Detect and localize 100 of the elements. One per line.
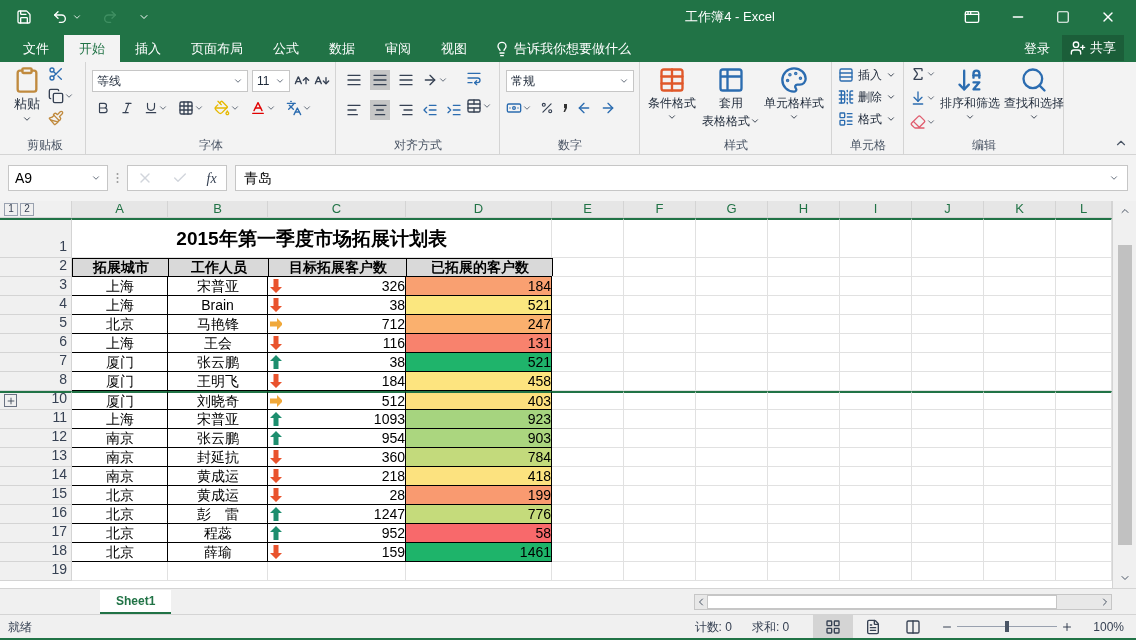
row-header[interactable]: 3 <box>0 277 72 296</box>
row-header[interactable]: 10 <box>0 391 72 410</box>
percent-icon[interactable] <box>540 101 554 115</box>
font-field[interactable]: 等线 <box>92 70 248 92</box>
row-header[interactable]: 15 <box>0 486 72 505</box>
row-header[interactable]: 1 <box>0 218 72 258</box>
clear-icon[interactable] <box>910 114 926 130</box>
row-header[interactable]: 19 <box>0 562 72 581</box>
column-header[interactable]: G <box>696 201 768 218</box>
top-align-icon[interactable] <box>346 72 362 88</box>
row-header[interactable]: 17 <box>0 524 72 543</box>
row-number[interactable]: 6 <box>59 331 67 352</box>
row-number[interactable]: 17 <box>51 521 67 542</box>
undo-icon[interactable] <box>52 9 68 25</box>
row-header[interactable]: 7 <box>0 353 72 372</box>
row-number[interactable]: 19 <box>51 559 67 580</box>
borders-icon[interactable] <box>178 100 194 116</box>
increase-indent-icon[interactable] <box>446 102 462 118</box>
align-center-button[interactable] <box>370 100 390 120</box>
ribbon-tab[interactable]: 公式 <box>258 35 314 62</box>
row-number[interactable]: 2 <box>59 255 67 276</box>
maximize-icon[interactable] <box>1056 10 1070 24</box>
row-number[interactable]: 18 <box>51 540 67 561</box>
align-right-icon[interactable] <box>398 102 414 118</box>
format-painter-icon[interactable] <box>48 110 64 126</box>
align-left-icon[interactable] <box>346 102 362 118</box>
row-number[interactable]: 10 <box>51 388 67 409</box>
bottom-align-icon[interactable] <box>398 72 414 88</box>
cells-menu-button[interactable]: 插入 <box>838 66 896 84</box>
formula-field[interactable]: 青岛 <box>235 165 1128 191</box>
sign-in-button[interactable]: 登录 <box>1012 35 1062 62</box>
copy-icon[interactable] <box>48 88 64 104</box>
column-header[interactable]: D <box>406 201 552 218</box>
zoom-slider-track[interactable] <box>957 621 1058 632</box>
autosum-icon[interactable] <box>910 66 926 82</box>
bold-icon[interactable] <box>96 101 110 115</box>
conditional-format-button[interactable]: 条件格式 <box>646 66 698 122</box>
row-number[interactable]: 7 <box>59 350 67 371</box>
cells-menu-button[interactable]: 删除 <box>838 88 896 106</box>
vertical-scrollbar[interactable] <box>1112 201 1136 588</box>
column-header[interactable]: E <box>552 201 624 218</box>
ribbon-tab[interactable]: 文件 <box>8 35 64 62</box>
middle-align-button[interactable] <box>370 70 390 90</box>
row-number[interactable]: 15 <box>51 483 67 504</box>
row-header[interactable]: 13 <box>0 448 72 467</box>
font-size-field[interactable]: 11 <box>252 70 290 92</box>
decrease-decimal-icon[interactable] <box>600 100 616 116</box>
expand-group-button[interactable] <box>4 394 17 407</box>
fill-icon[interactable] <box>910 90 926 106</box>
column-header[interactable]: F <box>624 201 696 218</box>
row-header[interactable]: 5 <box>0 315 72 334</box>
row-number[interactable]: 12 <box>51 426 67 447</box>
sheet-tab[interactable]: Sheet1 <box>100 589 172 614</box>
column-header[interactable]: L <box>1056 201 1112 218</box>
scrollbar-thumb[interactable] <box>707 594 1057 609</box>
format-as-table-button[interactable]: 套用 表格格式 <box>701 66 760 130</box>
font-color-icon[interactable] <box>250 100 266 116</box>
paste-button[interactable]: 粘贴 <box>10 66 44 124</box>
italic-icon[interactable] <box>120 101 134 115</box>
cell-styles-button[interactable]: 单元格样式 <box>763 66 825 122</box>
row-number[interactable]: 5 <box>59 312 67 333</box>
horizontal-scrollbar[interactable] <box>694 593 1112 610</box>
row-number[interactable]: 8 <box>59 369 67 390</box>
zoom-slider-thumb[interactable] <box>1005 621 1010 632</box>
zoom-level[interactable]: 100% <box>1093 617 1124 636</box>
normal-view-button[interactable] <box>813 615 854 638</box>
row-number[interactable]: 16 <box>51 502 67 523</box>
save-icon[interactable] <box>16 9 32 25</box>
row-number[interactable]: 3 <box>59 274 67 295</box>
fill-color-icon[interactable] <box>214 100 230 116</box>
share-button[interactable]: 共享 <box>1062 35 1124 61</box>
row-number[interactable]: 13 <box>51 445 67 466</box>
ribbon-tab[interactable]: 开始 <box>64 35 120 62</box>
ribbon-display-icon[interactable] <box>964 9 980 25</box>
row-header[interactable]: 16 <box>0 505 72 524</box>
row-header[interactable]: 6 <box>0 334 72 353</box>
row-number[interactable]: 1 <box>59 236 67 257</box>
column-header[interactable]: C <box>268 201 406 218</box>
ribbon-tab[interactable]: 数据 <box>314 35 370 62</box>
wrap-text-icon[interactable] <box>466 70 482 86</box>
row-header[interactable]: 8 <box>0 372 72 391</box>
underline-icon[interactable] <box>144 101 158 115</box>
scrollbar-thumb[interactable] <box>1117 244 1132 545</box>
name-box[interactable]: A9 <box>8 165 108 191</box>
column-header[interactable]: K <box>984 201 1056 218</box>
currency-icon[interactable] <box>506 100 522 116</box>
outline-level-button[interactable]: 2 <box>20 202 34 216</box>
number-format-field[interactable]: 常规 <box>506 70 634 92</box>
row-header[interactable]: 14 <box>0 467 72 486</box>
row-header[interactable]: 18 <box>0 543 72 562</box>
row-number[interactable]: 14 <box>51 464 67 485</box>
row-header[interactable]: 11 <box>0 410 72 429</box>
column-header[interactable]: I <box>840 201 912 218</box>
cut-icon[interactable] <box>48 66 64 82</box>
page-break-icon[interactable] <box>905 618 922 635</box>
increase-decimal-icon[interactable] <box>576 100 592 116</box>
cells-menu-button[interactable]: 格式 <box>838 110 896 128</box>
ribbon-tab[interactable]: 插入 <box>120 35 176 62</box>
column-header[interactable]: A <box>72 201 168 218</box>
comma-style-icon[interactable] <box>562 103 568 113</box>
